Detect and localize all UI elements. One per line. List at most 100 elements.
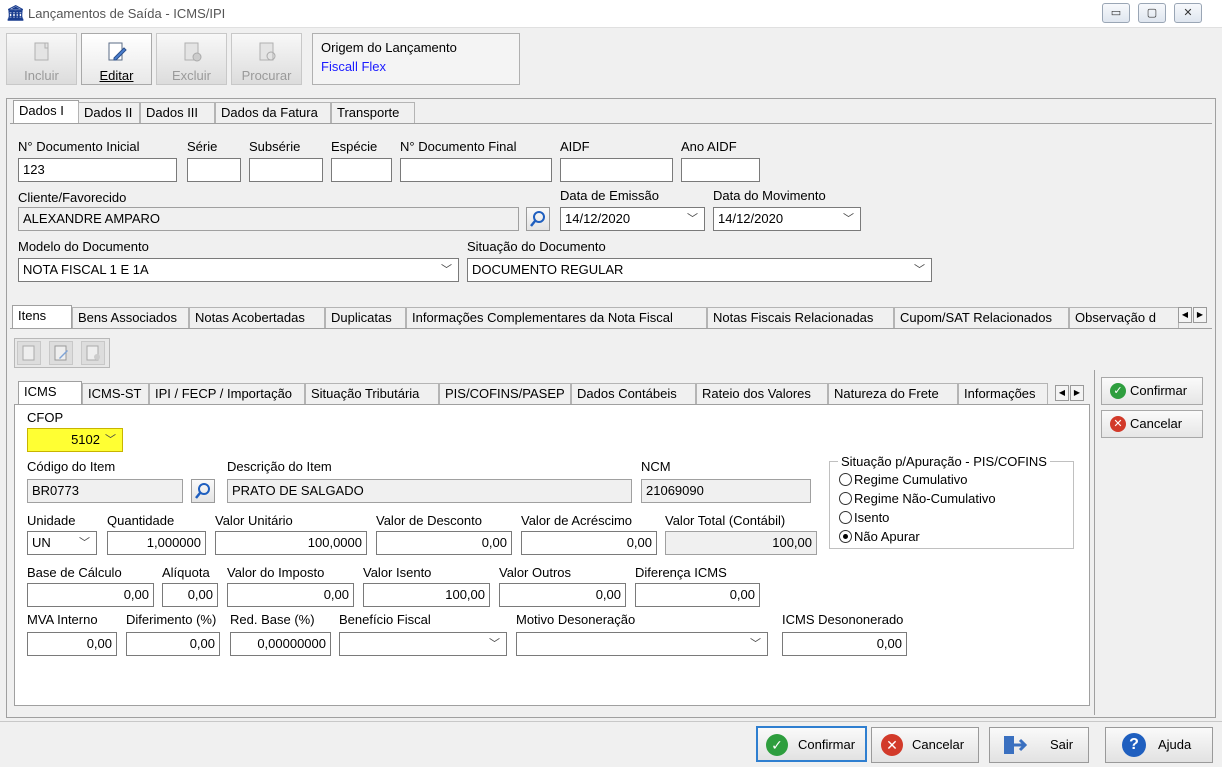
tab-itens[interactable]: Itens xyxy=(12,305,72,329)
data-emissao-picker[interactable]: 14/12/2020 ﹀ xyxy=(560,207,705,231)
tab-notas-relacionadas[interactable]: Notas Fiscais Relacionadas xyxy=(707,307,894,329)
tab-dados-contabeis[interactable]: Dados Contábeis xyxy=(571,383,696,405)
mva-interno-input[interactable]: 0,00 xyxy=(27,632,117,656)
red-base-input[interactable]: 0,00000000 xyxy=(230,632,331,656)
tab-observacao[interactable]: Observação d xyxy=(1069,307,1179,329)
serie-input[interactable] xyxy=(187,158,241,182)
valor-unitario-input[interactable]: 100,0000 xyxy=(215,531,367,555)
codigo-item-label: Código do Item xyxy=(27,459,116,474)
valor-acrescimo-input[interactable]: 0,00 xyxy=(521,531,657,555)
radio-regime-cumulativo-label: Regime Cumulativo xyxy=(854,472,968,487)
cfop-select[interactable]: 5102 ﹀ xyxy=(27,428,123,452)
tab-icms[interactable]: ICMS xyxy=(18,381,82,405)
item-search-button[interactable] xyxy=(191,479,215,503)
quantidade-input[interactable]: 1,000000 xyxy=(107,531,206,555)
tab-duplicatas[interactable]: Duplicatas xyxy=(325,307,406,329)
item-tabs-scroll-right[interactable]: ▶ xyxy=(1070,385,1084,401)
valor-desconto-input[interactable]: 0,00 xyxy=(376,531,512,555)
modelo-select[interactable]: NOTA FISCAL 1 E 1A ﹀ xyxy=(18,258,459,282)
close-button[interactable]: ✕ xyxy=(1174,3,1202,23)
sair-button[interactable]: Sair xyxy=(989,727,1089,763)
document-search-icon xyxy=(259,42,275,61)
codigo-item-input[interactable]: BR0773 xyxy=(27,479,183,503)
ajuda-button[interactable]: ? Ajuda xyxy=(1105,727,1213,763)
editar-button[interactable]: Editar xyxy=(81,33,152,85)
radio-regime-nao-cumulativo[interactable]: Regime Não-Cumulativo xyxy=(839,491,996,506)
unidade-select[interactable]: UN ﹀ xyxy=(27,531,97,555)
tab-notas-acobertadas[interactable]: Notas Acobertadas xyxy=(189,307,325,329)
tab-cupom-sat[interactable]: Cupom/SAT Relacionados xyxy=(894,307,1069,329)
apuracao-title: Situação p/Apuração - PIS/COFINS xyxy=(838,454,1050,469)
data-emissao-value: 14/12/2020 xyxy=(565,211,631,226)
item-tabs-scroll-left[interactable]: ◀ xyxy=(1055,385,1069,401)
modelo-value: NOTA FISCAL 1 E 1A xyxy=(23,262,149,277)
maximize-button[interactable]: ▢ xyxy=(1138,3,1166,23)
tab-transporte[interactable]: Transporte xyxy=(331,102,415,124)
cfop-value: 5102 xyxy=(71,432,100,447)
valor-total-input[interactable]: 100,00 xyxy=(665,531,817,555)
tab-pis-cofins[interactable]: PIS/COFINS/PASEP xyxy=(439,383,571,405)
confirmar-label: Confirmar xyxy=(798,737,856,752)
cliente-input[interactable]: ALEXANDRE AMPARO xyxy=(18,207,519,231)
data-movimento-picker[interactable]: 14/12/2020 ﹀ xyxy=(713,207,861,231)
valor-isento-input[interactable]: 100,00 xyxy=(363,583,490,607)
diferenca-icms-input[interactable]: 0,00 xyxy=(635,583,760,607)
tab-dados-ii[interactable]: Dados II xyxy=(78,102,140,124)
tab-natureza-frete[interactable]: Natureza do Frete xyxy=(828,383,958,405)
tab-dados-i[interactable]: Dados I xyxy=(13,100,79,124)
side-cancelar-button[interactable]: ✕ Cancelar xyxy=(1101,410,1203,438)
minimize-button[interactable]: ▭ xyxy=(1102,3,1130,23)
excluir-button[interactable]: Excluir xyxy=(156,33,227,85)
situacao-select[interactable]: DOCUMENTO REGULAR ﹀ xyxy=(467,258,932,282)
incluir-button[interactable]: Incluir xyxy=(6,33,77,85)
aliquota-input[interactable]: 0,00 xyxy=(162,583,218,607)
tabs-scroll-right[interactable]: ▶ xyxy=(1193,307,1207,323)
icms-desonerado-input[interactable]: 0,00 xyxy=(782,632,907,656)
subserie-input[interactable] xyxy=(249,158,323,182)
doc-final-input[interactable] xyxy=(400,158,552,182)
tab-situacao-tributaria[interactable]: Situação Tributária xyxy=(305,383,439,405)
valor-outros-input[interactable]: 0,00 xyxy=(499,583,626,607)
cfop-label: CFOP xyxy=(27,410,64,425)
item-edit-button[interactable] xyxy=(49,341,73,365)
data-movimento-value: 14/12/2020 xyxy=(718,211,784,226)
check-icon: ✓ xyxy=(766,734,788,756)
cliente-label: Cliente/Favorecido xyxy=(18,190,127,205)
tab-ipi-fecp[interactable]: IPI / FECP / Importação xyxy=(149,383,305,405)
item-delete-button[interactable] xyxy=(81,341,105,365)
tab-informacoes[interactable]: Informações xyxy=(958,383,1048,405)
base-calculo-input[interactable]: 0,00 xyxy=(27,583,154,607)
radio-nao-apurar-label: Não Apurar xyxy=(854,529,920,544)
unidade-value: UN xyxy=(32,535,51,550)
tab-icms-st[interactable]: ICMS-ST xyxy=(82,383,149,405)
ncm-input[interactable]: 21069090 xyxy=(641,479,811,503)
radio-nao-apurar[interactable]: Não Apurar xyxy=(839,529,920,544)
beneficio-fiscal-select[interactable]: ﹀ xyxy=(339,632,507,656)
tab-rateio-valores[interactable]: Rateio dos Valores xyxy=(696,383,828,405)
cancel-icon: ✕ xyxy=(881,734,903,756)
descricao-item-input[interactable]: PRATO DE SALGADO xyxy=(227,479,632,503)
tabs-scroll-left[interactable]: ◀ xyxy=(1178,307,1192,323)
side-confirmar-button[interactable]: ✓ Confirmar xyxy=(1101,377,1203,405)
item-add-button[interactable] xyxy=(17,341,41,365)
ano-aidf-input[interactable] xyxy=(681,158,760,182)
diferimento-input[interactable]: 0,00 xyxy=(126,632,220,656)
tab-dados-fatura[interactable]: Dados da Fatura xyxy=(215,102,331,124)
exit-icon xyxy=(1004,736,1028,754)
procurar-button[interactable]: Procurar xyxy=(231,33,302,85)
doc-inicial-input[interactable]: 123 xyxy=(18,158,177,182)
radio-regime-cumulativo[interactable]: Regime Cumulativo xyxy=(839,472,967,487)
cliente-search-button[interactable] xyxy=(526,207,550,231)
subserie-label: Subsérie xyxy=(249,139,301,154)
cancelar-button[interactable]: ✕ Cancelar xyxy=(871,727,979,763)
valor-imposto-input[interactable]: 0,00 xyxy=(227,583,354,607)
radio-isento[interactable]: Isento xyxy=(839,510,889,525)
tab-dados-iii[interactable]: Dados III xyxy=(140,102,215,124)
especie-input[interactable] xyxy=(331,158,392,182)
tab-info-complementares[interactable]: Informações Complementares da Nota Fisca… xyxy=(406,307,707,329)
aidf-input[interactable] xyxy=(560,158,673,182)
tab-bens-associados[interactable]: Bens Associados xyxy=(72,307,189,329)
valor-imposto-label: Valor do Imposto xyxy=(227,565,325,580)
confirmar-button[interactable]: ✓ Confirmar xyxy=(756,726,867,762)
motivo-desoneracao-select[interactable]: ﹀ xyxy=(516,632,768,656)
